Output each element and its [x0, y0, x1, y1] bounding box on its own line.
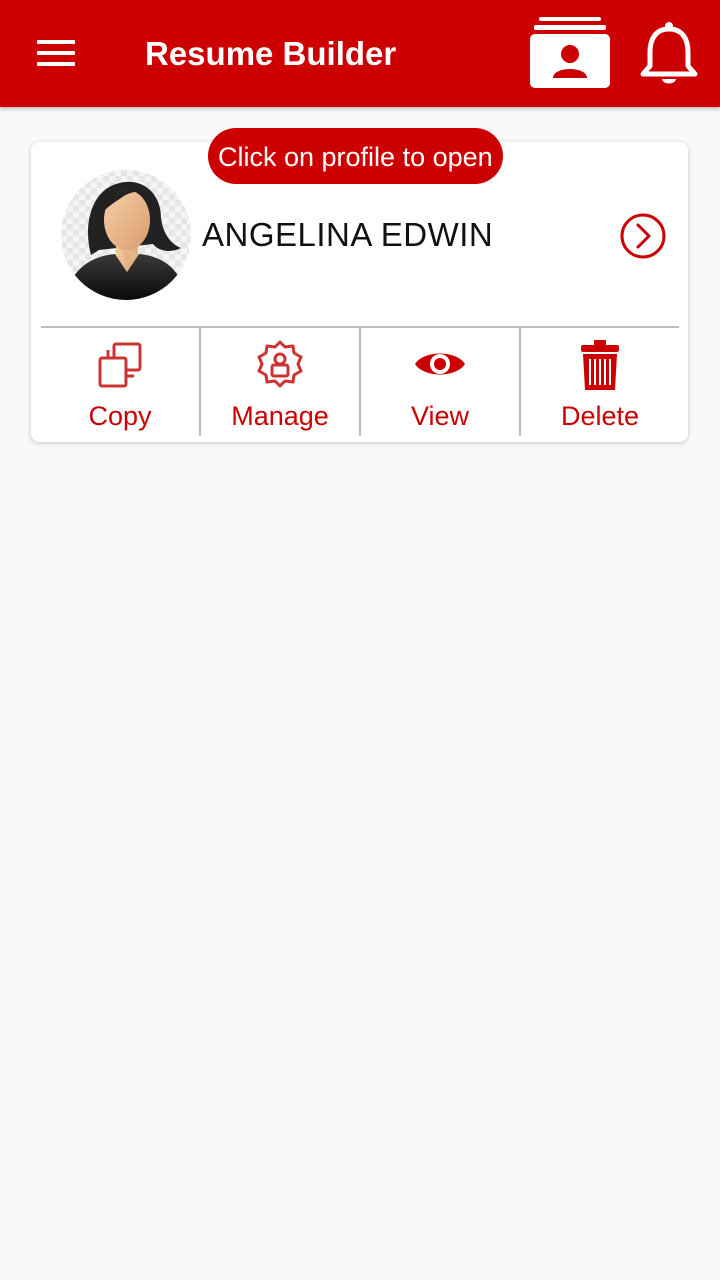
delete-button[interactable]: Delete [519, 328, 679, 436]
delete-label: Delete [560, 401, 640, 431]
profile-name: ANGELINA EDWIN [202, 216, 494, 253]
trash-icon [581, 340, 619, 390]
manage-button[interactable]: Manage [199, 328, 359, 436]
profile-actions: Copy Manage View Delete [41, 326, 679, 436]
view-button[interactable]: View [359, 328, 519, 436]
app-bar: Resume Builder [0, 0, 720, 107]
manage-label: Manage [231, 401, 329, 431]
notifications-button[interactable] [638, 20, 700, 88]
manage-profile-icon [257, 340, 303, 388]
open-profile-hint: Click on profile to open [208, 128, 503, 184]
avatar [61, 170, 191, 300]
bell-icon [640, 22, 698, 84]
hamburger-menu-icon [37, 40, 75, 44]
app-title: Resume Builder [145, 35, 397, 72]
chevron-right-circle-icon[interactable] [618, 211, 668, 261]
profile-cards-icon [530, 17, 610, 88]
view-label: View [410, 401, 470, 431]
menu-button[interactable] [30, 34, 82, 74]
copy-button[interactable]: Copy [41, 328, 199, 436]
profiles-button[interactable] [525, 14, 615, 92]
copy-icon [98, 342, 142, 388]
eye-icon [415, 353, 465, 375]
copy-label: Copy [88, 401, 152, 431]
